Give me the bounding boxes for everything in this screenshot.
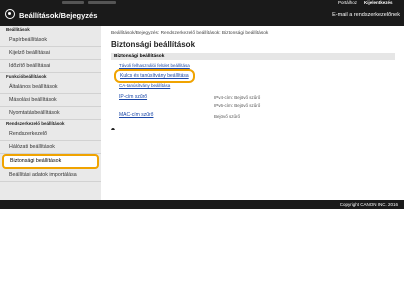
sidebar-item-network[interactable]: Hálózati beállítások <box>0 141 101 154</box>
sidebar-item-admin[interactable]: Rendszerkezelő <box>0 128 101 141</box>
ipv4-status: IPv4-cím: Bejövő szűrő <box>214 95 261 100</box>
sidebar-item-security[interactable]: Biztonsági beállítások <box>2 154 99 169</box>
ca-certificate-link[interactable]: CA-tanúsítvány beállítása <box>119 83 170 88</box>
settings-icon <box>5 9 15 19</box>
sidebar-item-import[interactable]: Beállítási adatok importálása <box>0 169 101 182</box>
mac-filter-link[interactable]: MAC-cím szűrő <box>119 112 153 118</box>
device-address-blur <box>88 1 116 4</box>
section-header: Biztonsági beállítások <box>111 53 395 60</box>
email-admin-link[interactable]: E-mail a rendszerkezelőnek <box>332 11 400 19</box>
sidebar-item-display[interactable]: Kijelző beállításai <box>0 47 101 60</box>
footer: Copyright CANON INC. 2016 <box>0 200 404 209</box>
sidebar: Beállítások Papírbeállítások Kijelző beá… <box>0 26 101 200</box>
sidebar-item-timer[interactable]: Időzítő beállításai <box>0 60 101 73</box>
device-name-blur <box>62 1 84 4</box>
page-title: Biztonsági beállítások <box>111 40 196 49</box>
ip-filter-link[interactable]: IP-cím szűrő <box>119 94 147 100</box>
sidebar-section-functions: Funkcióbeállítások <box>6 74 47 79</box>
copyright: Copyright CANON INC. 2016 <box>339 202 398 207</box>
sidebar-item-print[interactable]: Nyomtatásbeállítások <box>0 107 101 120</box>
breadcrumb: Beállítások/Bejegyzés: Rendszerkezelő be… <box>111 31 269 36</box>
sidebar-item-general[interactable]: Általános beállítások <box>0 81 101 94</box>
app-title: Beállítások/Bejegyzés <box>19 11 98 20</box>
back-to-top-icon[interactable]: ⯊ <box>111 128 115 134</box>
main-content: Beállítások/Bejegyzés: Rendszerkezelő be… <box>104 26 400 200</box>
remote-ui-link[interactable]: Távoli felhasználói felület beállítása <box>119 63 190 68</box>
sidebar-item-paper[interactable]: Papírbeállítások <box>0 34 101 47</box>
ipv6-status: IPv6-cím: Bejövő szűrő <box>214 103 261 108</box>
sidebar-item-copy[interactable]: Másolási beállítások <box>0 94 101 107</box>
key-certificate-link[interactable]: Kulcs és tanúsítvány beállítása <box>114 69 195 83</box>
sidebar-section-admin: Rendszerkezelő beállítások <box>6 121 65 126</box>
sidebar-section-settings: Beállítások <box>6 27 30 32</box>
mac-status: Bejövő szűrő <box>214 114 241 119</box>
title-bar: Beállítások/Bejegyzés E-mail a rendszerk… <box>0 6 404 26</box>
